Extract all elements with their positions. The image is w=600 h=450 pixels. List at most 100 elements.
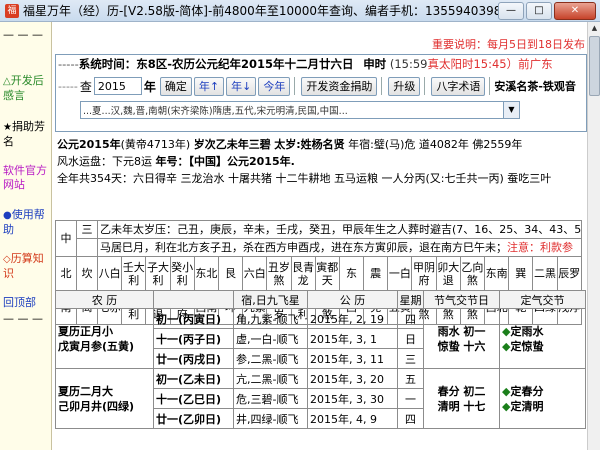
star-cell: 虚,一白-顺飞	[233, 328, 308, 349]
fixed-term: ◆定春分	[502, 384, 583, 399]
confirm-button[interactable]: 确定	[159, 76, 192, 96]
col-header-star: 宿,日九飞星	[233, 290, 308, 309]
main-content: 重要说明：每月5日到18日发布 -----系统时间：东8区-农历公元纪年2015…	[55, 22, 587, 450]
shichen: 申时	[363, 57, 387, 71]
scroll-up-icon[interactable]: ▲	[588, 22, 600, 35]
day-cell: 廿一(丙戌日)	[153, 348, 234, 369]
star-cell: 井,四绿-顺飞	[233, 408, 308, 429]
minimize-button[interactable]: —	[498, 1, 524, 20]
month-ganzhi: 己卯月井(四绿)	[58, 399, 135, 413]
sidebar-divider-top: — — —	[3, 28, 51, 42]
fixed-term: ◆定清明	[502, 399, 583, 414]
day-cell: 初一(丙寅日)	[153, 308, 234, 329]
fixed-term-cell: ◆定雨水 ◆定惊蛰	[499, 308, 586, 369]
tai-sui: 太岁:姓杨名贤	[274, 138, 345, 151]
table-row: 夏历二月大 己卯月井(四绿) 初一(乙未日) 亢,二黑-顺飞 2015年, 3,…	[55, 368, 586, 429]
next-year-button[interactable]: 年↓	[226, 76, 257, 96]
month-name: 夏历正月小	[58, 324, 113, 338]
gregorian-year: 公元2015年	[57, 138, 121, 151]
direction-notice: 马居巳月，利在北方亥子丑，杀在西方申酉戌，进在东方寅卯辰，退在南方巳午未；注意：…	[97, 238, 582, 257]
solar-term: 惊蛰 十六	[437, 339, 486, 353]
fixed-term: ◆定雨水	[502, 324, 583, 339]
weekday-cell: 一	[397, 388, 424, 409]
solar-term-cell: 雨水 初一 惊蛰 十六	[423, 308, 500, 369]
app-icon: 福	[5, 3, 19, 18]
grid-cell: 甲阴府	[411, 256, 437, 291]
year-input[interactable]	[93, 77, 142, 95]
triangle-icon: △	[3, 76, 11, 87]
diamond-icon: ◇	[3, 254, 11, 265]
sidebar-item-label: 软件官方网站	[3, 164, 47, 191]
star-icon: ★	[3, 122, 12, 133]
grid-cell: 壬大利	[121, 256, 147, 291]
grid-cell: 艮	[217, 256, 244, 291]
month-name: 夏历二月大	[58, 384, 113, 398]
solar-term: 清明 十七	[437, 399, 486, 413]
maximize-button[interactable]: □	[526, 1, 552, 20]
bazi-terms-button[interactable]: 八字术语	[431, 76, 486, 96]
system-time-value: 东8区-农历公元纪年2015年十二月廿六日	[136, 57, 354, 71]
year-label: 年	[143, 79, 156, 94]
fixed-term-text: 定雨水	[510, 324, 544, 338]
divider-dashes: — — —	[3, 28, 43, 41]
col-header-weekday: 星期	[397, 290, 424, 309]
sidebar-item-help[interactable]: ●使用帮助	[3, 208, 51, 237]
grid-cell: 乙向煞	[459, 256, 486, 291]
sui-ci: 岁次乙未年三碧	[193, 138, 271, 151]
grid-cell: 震	[363, 256, 389, 291]
col-header-lunar: 农 历	[55, 290, 154, 309]
important-notice[interactable]: 重要说明：每月5日到18日发布	[432, 36, 585, 52]
grid-cell	[76, 238, 98, 257]
chevron-down-icon[interactable]: ▼	[503, 102, 519, 118]
sidebar: — — — △开发后感言 ★捐助芳名 软件官方网站 ●使用帮助 ◇历算知识 回顶…	[0, 22, 52, 450]
divider	[294, 77, 296, 95]
grid-row-3: 北 坎 八白 壬大利 子大利 癸小利 东北 艮 六白 丑岁煞 艮青龙 寅都天 东…	[55, 256, 583, 291]
upgrade-button[interactable]: 升级	[388, 76, 421, 96]
sidebar-divider-bottom: — — —	[3, 312, 51, 326]
dash-lead: -----	[58, 57, 79, 71]
sidebar-item-calendar-knowledge[interactable]: ◇历算知识	[3, 252, 51, 281]
sidebar-item-label: 回顶部	[3, 296, 36, 309]
grid-row-1: 中 三 乙未年太岁压：己丑，庚辰，辛未，壬戌，癸丑，甲辰年生之人葬时避吉(7、1…	[55, 220, 582, 257]
grid-cell: 八白	[96, 256, 123, 291]
clock: (15:59	[389, 57, 428, 71]
prev-year-button[interactable]: 年↑	[193, 76, 225, 96]
this-year-button[interactable]: 今年	[258, 76, 291, 96]
grid-cell: 中	[55, 220, 77, 257]
weekday-cell: 五	[397, 368, 424, 389]
fixed-term-text: 定惊蛰	[510, 339, 544, 353]
grid-cell: 二黑	[532, 256, 558, 291]
dao-year: 道4082年	[418, 138, 469, 151]
year-mansion: 年宿:璧(马)危	[348, 138, 416, 151]
day-cell: 初一(乙未日)	[153, 368, 234, 389]
fixed-term-cell: ◆定春分 ◆定清明	[499, 368, 586, 429]
col-header-fixed-term: 定气交节	[499, 290, 586, 309]
year-info-line-2: 风水运盘：下元8运 年号：【中国】公元2015年.	[57, 153, 295, 169]
calendar-table: 农 历 宿,日九飞星 公 历 星期 节气交节日 定气交节 夏历正月小 戊寅月参(…	[55, 290, 586, 429]
notice-label: 重要说明：	[432, 38, 487, 51]
sidebar-item-back-to-top[interactable]: 回顶部	[3, 296, 51, 310]
grid-cell: 子大利	[145, 256, 171, 291]
dash-lead: -----	[58, 79, 78, 93]
scrollbar-thumb[interactable]	[589, 36, 600, 96]
dynasty-select[interactable]: ...夏...汉,魏,晋,南朝(宋齐梁陈)隋唐,五代,宋元明清,民国,中国...…	[80, 101, 520, 119]
sidebar-item-dev-notes[interactable]: △开发后感言	[3, 74, 51, 103]
donate-button[interactable]: 开发资金捐助	[301, 76, 378, 96]
star-cell: 危,三碧-顺飞	[233, 388, 308, 409]
notice-text: 每月5日到18日发布	[487, 38, 585, 51]
close-button[interactable]: ✕	[554, 1, 596, 20]
solar-term: 春分 初二	[437, 384, 486, 398]
date-cell: 2015年, 2, 19	[307, 308, 398, 329]
year-info-line-1: 公元2015年(黄帝4713年) 岁次乙未年三碧 太岁:姓杨名贤 年宿:璧(马)…	[57, 136, 522, 152]
window-title: 福星万年（经）历-[V2.58版-简体]-前4800年至10000年查询、编者手…	[23, 4, 498, 18]
sidebar-item-donors[interactable]: ★捐助芳名	[3, 120, 51, 149]
sidebar-item-website[interactable]: 软件官方网站	[3, 164, 51, 192]
grid-cell: 辰罗	[556, 256, 583, 291]
grid-cell: 癸小利	[169, 256, 195, 291]
query-label: 查	[79, 79, 92, 94]
tea-ad[interactable]: 安溪名茶-铁观音	[494, 78, 576, 94]
star-cell: 参,二黑-顺飞	[233, 348, 308, 369]
vertical-scrollbar[interactable]: ▲	[587, 22, 600, 450]
grid-cell: 三	[76, 220, 98, 239]
day-cell: 十一(丙子日)	[153, 328, 234, 349]
